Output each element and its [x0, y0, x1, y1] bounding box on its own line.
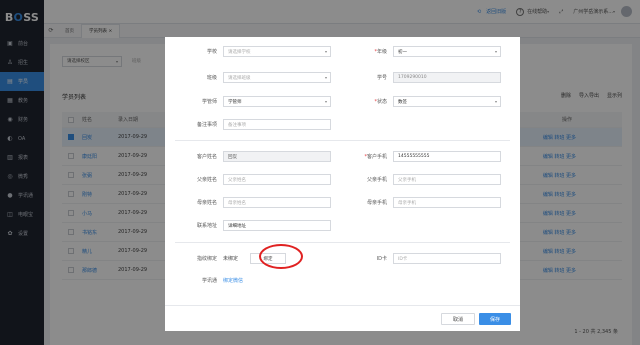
- customer-phone-label: 客户手机: [366, 154, 387, 160]
- school-select[interactable]: 请选择学校 ▾: [223, 46, 331, 57]
- student-no-field: 1709290010: [393, 72, 501, 83]
- father-name-label: 父亲姓名: [196, 177, 217, 183]
- mother-name-field[interactable]: 母亲姓名: [223, 197, 331, 208]
- mother-name-label: 母亲姓名: [196, 200, 217, 206]
- save-button[interactable]: 保存: [479, 313, 511, 325]
- customer-name-field: 回炭: [223, 151, 331, 162]
- customer-name-label: 客户姓名: [196, 154, 217, 160]
- mother-phone-field[interactable]: 母亲手机: [393, 197, 501, 208]
- bind-wechat-link[interactable]: 绑定微信: [223, 277, 243, 284]
- divider: [175, 242, 510, 243]
- modal-footer: 取消 保存: [165, 305, 520, 331]
- id-card-field[interactable]: ID卡: [393, 253, 501, 264]
- highlight-circle: [259, 244, 303, 269]
- class-label: 班级: [206, 75, 217, 81]
- student-no-label: 学号: [376, 75, 387, 81]
- class-select[interactable]: 请选择班级 ▾: [223, 72, 331, 83]
- fingerprint-status: 未绑定: [223, 256, 239, 262]
- edit-student-modal: 学校 请选择学校 ▾ *年级 初一 ▾ 班级 请选择班级 ▾ 学号 1709290010 学管…: [165, 37, 520, 331]
- xuexuntong-label: 学讯通: [201, 278, 217, 284]
- address-label: 联系地址: [196, 223, 217, 229]
- status-select[interactable]: 数签 ▾: [393, 96, 501, 107]
- father-phone-field[interactable]: 父亲手机: [393, 174, 501, 185]
- manager-label: 学管师: [201, 99, 217, 105]
- app-root: B O SS ▣ 前台 ♙ 招生 ▤ 学员 ▦ 教务 ◉ 财务 ◐ OA ▥ 报表 ◎ 微秀 ● 学讯通 ◫ 电眼宝 ✿ 设置…: [0, 0, 640, 345]
- remark-field[interactable]: 备注事项: [223, 119, 331, 130]
- divider: [175, 140, 510, 141]
- address-field[interactable]: 详细地址: [223, 220, 331, 231]
- customer-phone-field[interactable]: 14555555555: [393, 151, 501, 162]
- grade-select[interactable]: 初一 ▾: [393, 46, 501, 57]
- cancel-button[interactable]: 取消: [441, 313, 475, 325]
- father-name-field[interactable]: 父亲姓名: [223, 174, 331, 185]
- remark-label: 备注事项: [196, 122, 217, 128]
- mother-phone-label: 母亲手机: [366, 200, 387, 206]
- id-card-label: ID卡: [376, 256, 387, 262]
- school-label: 学校: [206, 49, 217, 55]
- manager-select[interactable]: 学管师 ▾: [223, 96, 331, 107]
- fingerprint-label: 指纹绑定: [196, 256, 217, 262]
- father-phone-label: 父亲手机: [366, 177, 387, 183]
- status-label: 状态: [376, 99, 387, 105]
- grade-label: 年级: [376, 49, 387, 55]
